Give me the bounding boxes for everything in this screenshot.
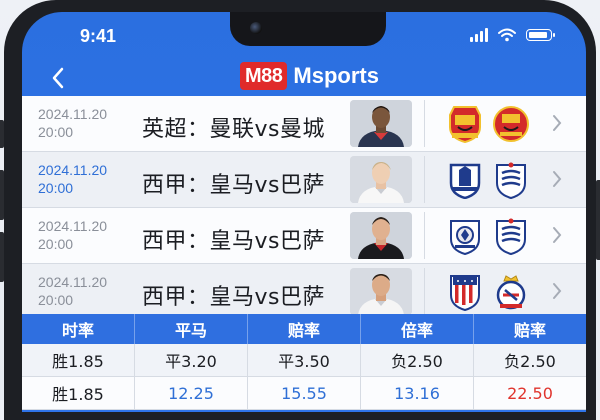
phone-frame: 9:41 M88 Msports 2024.11.20 20:00 英超：曼联v… xyxy=(0,0,600,420)
match-time: 20:00 xyxy=(38,124,74,140)
odds-cell[interactable]: 负2.50 xyxy=(361,344,473,376)
everton-crest-icon xyxy=(449,163,481,199)
chevron-right-icon xyxy=(553,283,562,299)
row-divider xyxy=(424,100,425,147)
match-date: 2024.11.20 xyxy=(38,274,108,290)
odds-header-cell: 倍率 xyxy=(400,321,433,340)
logo-badge: M88 xyxy=(240,62,288,90)
signal-icon xyxy=(470,28,488,42)
status-time: 9:41 xyxy=(80,26,117,46)
wifi-icon xyxy=(498,28,516,42)
match-date: 2024.11.20 xyxy=(38,162,108,178)
row-divider xyxy=(424,268,425,315)
notch xyxy=(230,12,386,46)
match-time: 20:00 xyxy=(38,180,74,196)
back-button[interactable] xyxy=(44,64,72,92)
match-title: 西甲：皇马vs巴萨 xyxy=(142,229,325,254)
volume-up-button xyxy=(0,170,4,220)
player-photo xyxy=(350,212,412,259)
odds-cell[interactable]: 15.55 xyxy=(248,377,360,409)
chevron-right-icon xyxy=(553,171,562,187)
match-datetime: 2024.11.20 20:00 xyxy=(38,105,107,141)
logo-text: Msports xyxy=(293,63,379,88)
front-camera xyxy=(250,22,262,34)
odds-cell[interactable]: 胜1.85 xyxy=(22,344,134,376)
chevron-right-icon xyxy=(553,115,562,131)
row-divider xyxy=(424,212,425,259)
match-time: 20:00 xyxy=(38,292,74,308)
match-date: 2024.11.20 xyxy=(38,218,108,234)
match-row[interactable]: 2024.11.20 20:00 西甲：皇马vs巴萨 xyxy=(22,264,586,320)
odds-header-cell: 赔率 xyxy=(513,321,546,340)
volume-down-button xyxy=(0,232,4,282)
match-datetime: 2024.11.20 20:00 xyxy=(38,273,107,309)
odds-header-row: 时率 平马 赔率 倍率 赔率 xyxy=(22,314,586,344)
atletico-madrid-crest-icon xyxy=(450,275,480,311)
odds-cell[interactable]: 12.25 xyxy=(135,377,247,409)
manchester-united-crest-icon xyxy=(493,106,529,142)
match-datetime: 2024.11.20 20:00 xyxy=(38,217,107,253)
england-crest-icon xyxy=(496,162,526,199)
odds-row: 胜1.85 平3.20 平3.50 负2.50 负2.50 xyxy=(22,344,586,377)
odds-cell[interactable]: 22.50 xyxy=(474,377,586,409)
match-row[interactable]: 2024.11.20 20:00 西甲：皇马vs巴萨 xyxy=(22,208,586,264)
odds-header-cell: 赔率 xyxy=(287,321,320,340)
match-title: 西甲：皇马vs巴萨 xyxy=(142,285,325,310)
odds-header-cell: 平马 xyxy=(174,321,207,340)
match-row[interactable]: 2024.11.20 20:00 西甲：皇马vs巴萨 xyxy=(22,152,586,208)
odds-table: 时率 平马 赔率 倍率 赔率 胜1.85 平3.20 平3.50 负2.50 负… xyxy=(22,314,586,410)
player-photo xyxy=(350,268,412,315)
match-time: 20:00 xyxy=(38,236,74,252)
power-button xyxy=(596,180,600,260)
odds-cell[interactable]: 平3.20 xyxy=(135,344,247,376)
nav-bar: M88 Msports xyxy=(22,58,586,98)
app-logo: M88 Msports xyxy=(240,62,379,90)
odds-header-cell: 时率 xyxy=(61,321,94,340)
player-photo xyxy=(350,100,412,147)
odds-cell[interactable]: 胜1.85 xyxy=(22,377,134,409)
chevron-left-icon xyxy=(52,67,64,89)
match-list: 2024.11.20 20:00 英超：曼联vs曼城 2024.11.20 20… xyxy=(22,96,586,320)
odds-cell[interactable]: 13.16 xyxy=(361,377,473,409)
odds-cell[interactable]: 平3.50 xyxy=(248,344,360,376)
england-crest-icon xyxy=(496,218,526,255)
chevron-right-icon xyxy=(553,227,562,243)
player-photo xyxy=(350,156,412,203)
match-datetime: 2024.11.20 20:00 xyxy=(38,161,107,197)
match-title: 英超：曼联vs曼城 xyxy=(142,117,325,142)
battery-icon xyxy=(526,29,555,41)
odds-row: 胜1.85 12.25 15.55 13.16 22.50 xyxy=(22,377,586,410)
real-madrid-crest-icon xyxy=(496,275,526,310)
row-divider xyxy=(424,156,425,203)
match-row[interactable]: 2024.11.20 20:00 英超：曼联vs曼城 xyxy=(22,96,586,152)
odds-cell[interactable]: 负2.50 xyxy=(474,344,586,376)
tottenham-crest-icon xyxy=(450,220,480,255)
mute-switch xyxy=(0,120,4,148)
status-icons xyxy=(470,28,555,42)
match-date: 2024.11.20 xyxy=(38,106,108,122)
match-title: 西甲：皇马vs巴萨 xyxy=(142,173,325,198)
app-screen: 9:41 M88 Msports 2024.11.20 20:00 英超：曼联v… xyxy=(22,12,586,412)
manchester-united-crest-icon xyxy=(449,106,481,143)
